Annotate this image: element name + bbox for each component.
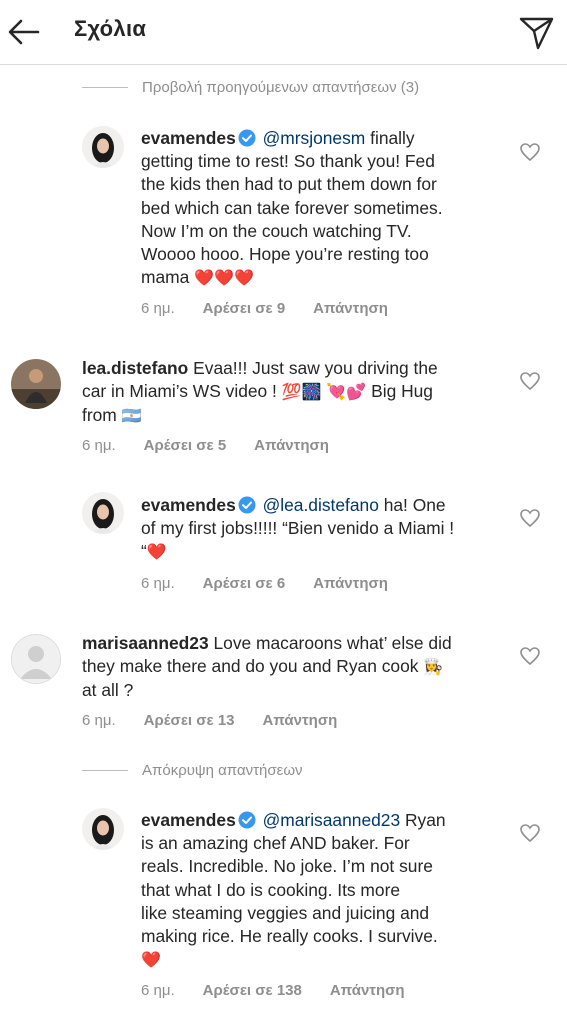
timestamp: 6 ημ.	[141, 575, 175, 592]
username[interactable]: marisaanned23	[82, 633, 209, 653]
comment-text: evamendes @lea.distefano ha! One of my f…	[141, 494, 511, 565]
text-line: that what I do is cooking. Its more	[141, 879, 401, 900]
comment-text: evamendes @mrsjonesm finally getting tim…	[141, 127, 486, 290]
heart-emoji: ❤️	[141, 952, 161, 970]
likes-count[interactable]: Αρέσει σε 5	[144, 437, 227, 454]
text-line: Evaa!!! Just saw you driving the	[193, 358, 438, 378]
text-line: finally	[370, 128, 415, 148]
text-line: Big Hug	[371, 381, 433, 402]
like-heart-icon[interactable]	[518, 369, 542, 393]
hide-replies-button[interactable]: Απόκρυψη απαντήσεων	[82, 760, 303, 780]
reply-button[interactable]: Απάντηση	[263, 712, 338, 729]
avatar[interactable]	[82, 126, 124, 168]
text-line: is an amazing chef AND baker. For	[141, 833, 410, 854]
likes-count[interactable]: Αρέσει σε 13	[144, 712, 235, 729]
view-previous-replies-label: Προβολή προηγούμενων απαντήσεων (3)	[142, 78, 420, 96]
timestamp: 6 ημ.	[141, 982, 175, 999]
text-line: Now I’m on the couch watching TV.	[141, 220, 412, 241]
text-line: Woooo hooo. Hope you’re resting too	[141, 244, 429, 265]
timestamp: 6 ημ.	[141, 300, 175, 317]
likes-count[interactable]: Αρέσει σε 9	[203, 300, 286, 317]
reply-button[interactable]: Απάντηση	[313, 300, 388, 317]
hide-replies-label: Απόκρυψη απαντήσεων	[142, 761, 303, 779]
emoji-hundred-fireworks: 💯🎆	[281, 384, 322, 402]
text-line: making rice. He really cooks. I survive.	[141, 926, 438, 947]
like-heart-icon[interactable]	[518, 506, 542, 530]
text-line: the kids then had to put them down for	[141, 174, 437, 195]
text-line: from	[82, 405, 117, 426]
text-line: car in Miami’s WS video !	[82, 381, 277, 402]
avatar[interactable]	[82, 808, 124, 850]
text-line: of my first jobs!!!!! “Bien venido a Mia…	[141, 518, 455, 539]
comment-text: evamendes @marisaanned23 Ryan is an amaz…	[141, 809, 501, 972]
text-line: reals. Incredible. No joke. I’m not sure	[141, 856, 433, 877]
reply-button[interactable]: Απάντηση	[254, 437, 329, 454]
emoji-hearts: 💘💕	[326, 384, 367, 402]
comment-meta: 6 ημ. Αρέσει σε 9 Απάντηση	[141, 300, 416, 317]
reply-button[interactable]: Απάντηση	[330, 982, 405, 999]
comment-text: lea.distefano Evaa!!! Just saw you drivi…	[82, 357, 492, 429]
mention-link[interactable]: @marisaanned23	[263, 810, 401, 830]
divider-line	[82, 86, 128, 88]
top-bar: Σχόλια	[0, 0, 567, 65]
comment-meta: 6 ημ. Αρέσει σε 138 Απάντηση	[141, 982, 433, 999]
username[interactable]: evamendes	[141, 495, 236, 515]
back-arrow-icon[interactable]	[4, 12, 44, 52]
comment-meta: 6 ημ. Αρέσει σε 5 Απάντηση	[82, 437, 357, 454]
username[interactable]: lea.distefano	[82, 358, 188, 378]
page-title: Σχόλια	[74, 16, 147, 41]
username[interactable]: evamendes	[141, 128, 236, 148]
mention-link[interactable]: @lea.distefano	[263, 495, 379, 515]
text-line: they make there and do you and Ryan cook	[82, 656, 419, 677]
verified-badge-icon	[238, 129, 256, 147]
reply-button[interactable]: Απάντηση	[313, 575, 388, 592]
timestamp: 6 ημ.	[82, 712, 116, 729]
verified-badge-icon	[238, 811, 256, 829]
likes-count[interactable]: Αρέσει σε 6	[203, 575, 286, 592]
hearts-emoji: ❤️❤️❤️	[194, 270, 254, 288]
likes-count[interactable]: Αρέσει σε 138	[203, 982, 302, 999]
timestamp: 6 ημ.	[82, 437, 116, 454]
text-line: getting time to rest! So thank you! Fed	[141, 151, 435, 172]
like-heart-icon[interactable]	[518, 821, 542, 845]
avatar-placeholder[interactable]	[11, 634, 61, 684]
avatar[interactable]	[11, 359, 61, 409]
like-heart-icon[interactable]	[518, 644, 542, 668]
mention-link[interactable]: @mrsjonesm	[263, 128, 366, 148]
text-line: Love macaroons what’ else did	[213, 633, 452, 653]
text-line: Ryan	[404, 810, 446, 830]
text-line: ha! One	[383, 495, 446, 515]
send-icon[interactable]	[516, 12, 556, 52]
cook-emoji: 👩‍🍳	[423, 659, 444, 677]
comment-text: marisaanned23 Love macaroons what’ else …	[82, 632, 507, 703]
text-line: at all ?	[82, 680, 134, 701]
avatar[interactable]	[82, 492, 124, 534]
text-line: like steaming veggies and juicing and	[141, 902, 430, 923]
like-heart-icon[interactable]	[518, 140, 542, 164]
text-line: bed which can take forever sometimes.	[141, 197, 443, 218]
divider-line	[82, 769, 128, 771]
comment-meta: 6 ημ. Αρέσει σε 13 Απάντηση	[82, 712, 365, 729]
heart-emoji: ❤️	[146, 544, 167, 562]
comment-meta: 6 ημ. Αρέσει σε 6 Απάντηση	[141, 575, 416, 592]
flag-argentina-emoji: 🇦🇷	[121, 408, 142, 426]
text-line: mama	[141, 267, 190, 288]
username[interactable]: evamendes	[141, 810, 236, 830]
view-previous-replies-button[interactable]: Προβολή προηγούμενων απαντήσεων (3)	[82, 77, 419, 97]
verified-badge-icon	[238, 496, 256, 514]
